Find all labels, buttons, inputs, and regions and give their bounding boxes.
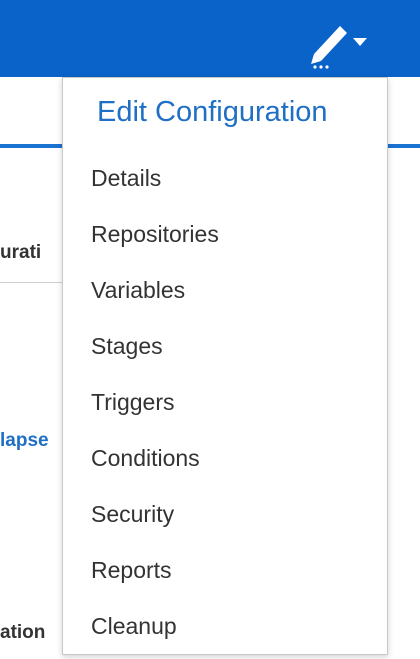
menu-item-repositories[interactable]: Repositories (91, 221, 219, 248)
menu-title: Edit Configuration (97, 96, 328, 128)
background-text-fragment: lapse (0, 430, 49, 451)
menu-item-security[interactable]: Security (91, 501, 174, 528)
top-header-bar (0, 0, 420, 77)
background-tab-underline (0, 144, 62, 148)
menu-item-reports[interactable]: Reports (91, 557, 172, 584)
background-tab-underline-right (388, 144, 420, 148)
menu-item-triggers[interactable]: Triggers (91, 389, 175, 416)
background-text-fragment: urati (0, 242, 42, 263)
caret-down-icon (353, 38, 367, 46)
menu-item-stages[interactable]: Stages (91, 333, 163, 360)
menu-item-details[interactable]: Details (91, 165, 161, 192)
background-divider (0, 282, 62, 283)
edit-configuration-toggle[interactable] (302, 14, 382, 70)
menu-item-cleanup[interactable]: Cleanup (91, 613, 177, 640)
background-text-fragment: ation (0, 622, 46, 643)
menu-item-conditions[interactable]: Conditions (91, 445, 200, 472)
edit-configuration-menu: Edit Configuration Details Repositories … (62, 77, 388, 655)
page: urati lapse ation Edit Configuration Det… (0, 0, 420, 659)
menu-item-variables[interactable]: Variables (91, 277, 185, 304)
